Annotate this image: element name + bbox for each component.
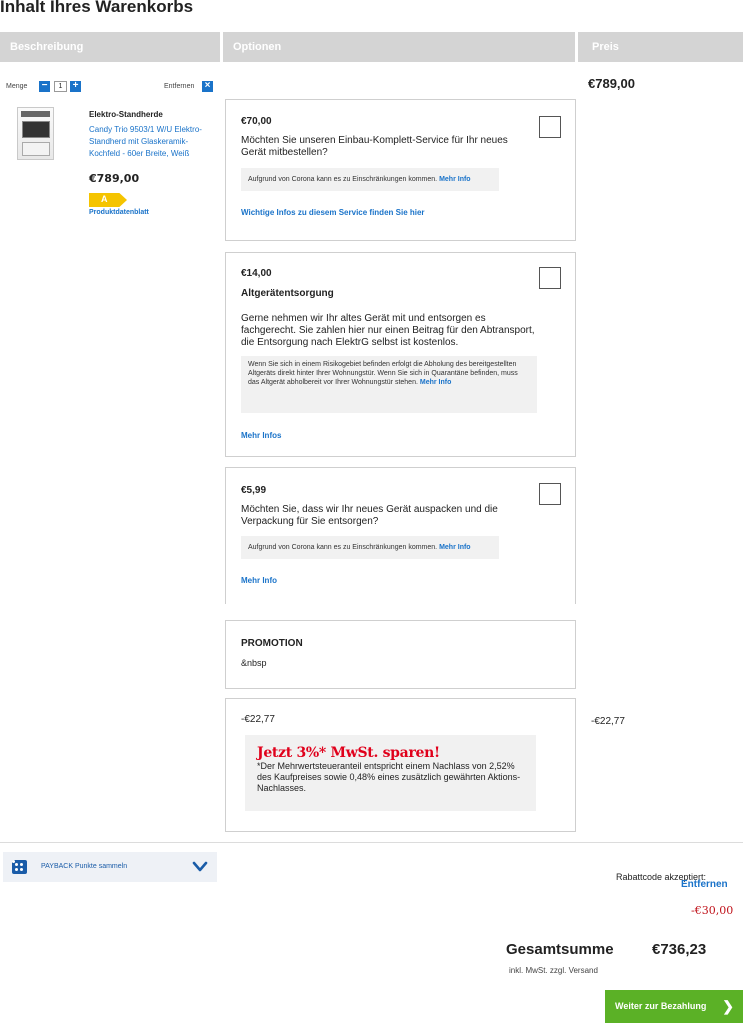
option-description: Möchten Sie, dass wir Ihr neues Gerät au… <box>241 504 498 527</box>
payback-label: PAYBACK Punkte sammeln <box>41 863 128 870</box>
option-title: Altgerätentsorgung <box>241 288 334 299</box>
discount-amount: -€22,77 <box>241 714 275 725</box>
chevron-down-icon[interactable] <box>192 859 208 875</box>
notice-more-info-link[interactable]: Mehr Info <box>439 176 471 183</box>
checkout-button-label: Weiter zur Bezahlung <box>615 1001 707 1011</box>
vat-discount-card: -€22,77 Jetzt 3%* MwSt. sparen! *Der Meh… <box>225 698 576 832</box>
quantity-increase-button[interactable]: + <box>70 81 81 92</box>
stove-drawer-shape <box>22 142 50 156</box>
chevron-right-icon: ❯ <box>722 998 734 1014</box>
remove-item-button[interactable]: × <box>202 81 213 92</box>
coupon-remove-link[interactable]: Entfernen <box>681 879 728 890</box>
vat-promo-headline: Jetzt 3%* MwSt. sparen! <box>257 745 440 761</box>
total-value: €736,23 <box>652 941 707 958</box>
quantity-row: Menge − 1 + Entfernen × <box>6 81 216 93</box>
checkout-button[interactable]: Weiter zur Bezahlung ❯ <box>605 990 743 1023</box>
option-checkbox-installation[interactable] <box>539 116 561 138</box>
remove-item-link[interactable]: Entfernen <box>164 83 194 90</box>
option-price: €70,00 <box>241 116 272 127</box>
stove-oven-door-shape <box>22 121 50 138</box>
quantity-decrease-button[interactable]: − <box>39 81 50 92</box>
total-vat-note: inkl. MwSt. zzgl. Versand <box>509 966 598 975</box>
quantity-label: Menge <box>6 83 28 90</box>
stove-cooktop-shape <box>21 111 50 117</box>
option-checkbox-disposal[interactable] <box>539 267 561 289</box>
corona-notice: Aufgrund von Corona kann es zu Einschrän… <box>241 536 499 559</box>
column-header-options: Optionen <box>223 32 575 62</box>
option-checkbox-unpacking[interactable] <box>539 483 561 505</box>
notice-text: Aufgrund von Corona kann es zu Einschrän… <box>248 544 438 551</box>
option-price: €14,00 <box>241 268 272 279</box>
quantity-input[interactable]: 1 <box>54 81 67 92</box>
option-description: Gerne nehmen wir Ihr altes Gerät mit und… <box>241 313 535 348</box>
notice-more-info-link[interactable]: Mehr Info <box>439 544 471 551</box>
corona-notice: Aufgrund von Corona kann es zu Einschrän… <box>241 168 499 191</box>
payback-panel[interactable]: PAYBACK Punkte sammeln <box>3 852 217 882</box>
page-title: Inhalt Ihres Warenkorbs <box>0 0 194 16</box>
total-label: Gesamtsumme <box>506 941 614 958</box>
notice-text: Wenn Sie sich in einem Risikogebiet befi… <box>248 361 518 386</box>
column-header-description: Beschreibung <box>0 32 220 62</box>
product-price: €789,00 <box>89 172 140 185</box>
item-line-price: €789,00 <box>588 76 635 91</box>
promotion-title: PROMOTION <box>241 638 303 649</box>
product-name-link[interactable]: Candy Trio 9503/1 W/U Elektro-Standherd … <box>89 124 214 160</box>
column-header-price: Preis <box>578 32 743 62</box>
disposal-more-info-link[interactable]: Mehr Infos <box>241 431 281 440</box>
product-image[interactable] <box>17 107 54 160</box>
payback-logo-icon <box>12 860 27 874</box>
option-card-unpacking: €5,99 Möchten Sie, dass wir Ihr neues Ge… <box>225 467 576 604</box>
coupon-amount: -€30,00 <box>691 904 734 917</box>
notice-text: Aufgrund von Corona kann es zu Einschrän… <box>248 176 438 183</box>
energy-label-badge[interactable]: A <box>89 193 127 207</box>
promotion-text: &nbsp <box>241 658 267 668</box>
option-description: Möchten Sie unseren Einbau-Komplett-Serv… <box>241 135 508 158</box>
service-info-link[interactable]: Wichtige Infos zu diesem Service finden … <box>241 208 425 217</box>
option-card-installation: €70,00 Möchten Sie unseren Einbau-Komple… <box>225 99 576 241</box>
risk-area-notice: Wenn Sie sich in einem Risikogebiet befi… <box>241 356 537 413</box>
vat-promo-text: *Der Mehrwertsteueranteil entspricht ein… <box>257 761 521 793</box>
section-divider <box>0 842 743 843</box>
notice-more-info-link[interactable]: Mehr Info <box>420 379 452 386</box>
product-category: Elektro-Standherde <box>89 110 163 119</box>
promotion-card: PROMOTION &nbsp <box>225 620 576 689</box>
option-price: €5,99 <box>241 485 267 496</box>
option-card-disposal: €14,00 Altgerätentsorgung Gerne nehmen w… <box>225 252 576 457</box>
vat-promo-box: Jetzt 3%* MwSt. sparen! *Der Mehrwertste… <box>245 735 536 811</box>
unpacking-more-info-link[interactable]: Mehr Info <box>241 576 277 585</box>
discount-line-price: -€22,77 <box>591 716 625 727</box>
product-datasheet-link[interactable]: Produktdatenblatt <box>89 209 149 216</box>
